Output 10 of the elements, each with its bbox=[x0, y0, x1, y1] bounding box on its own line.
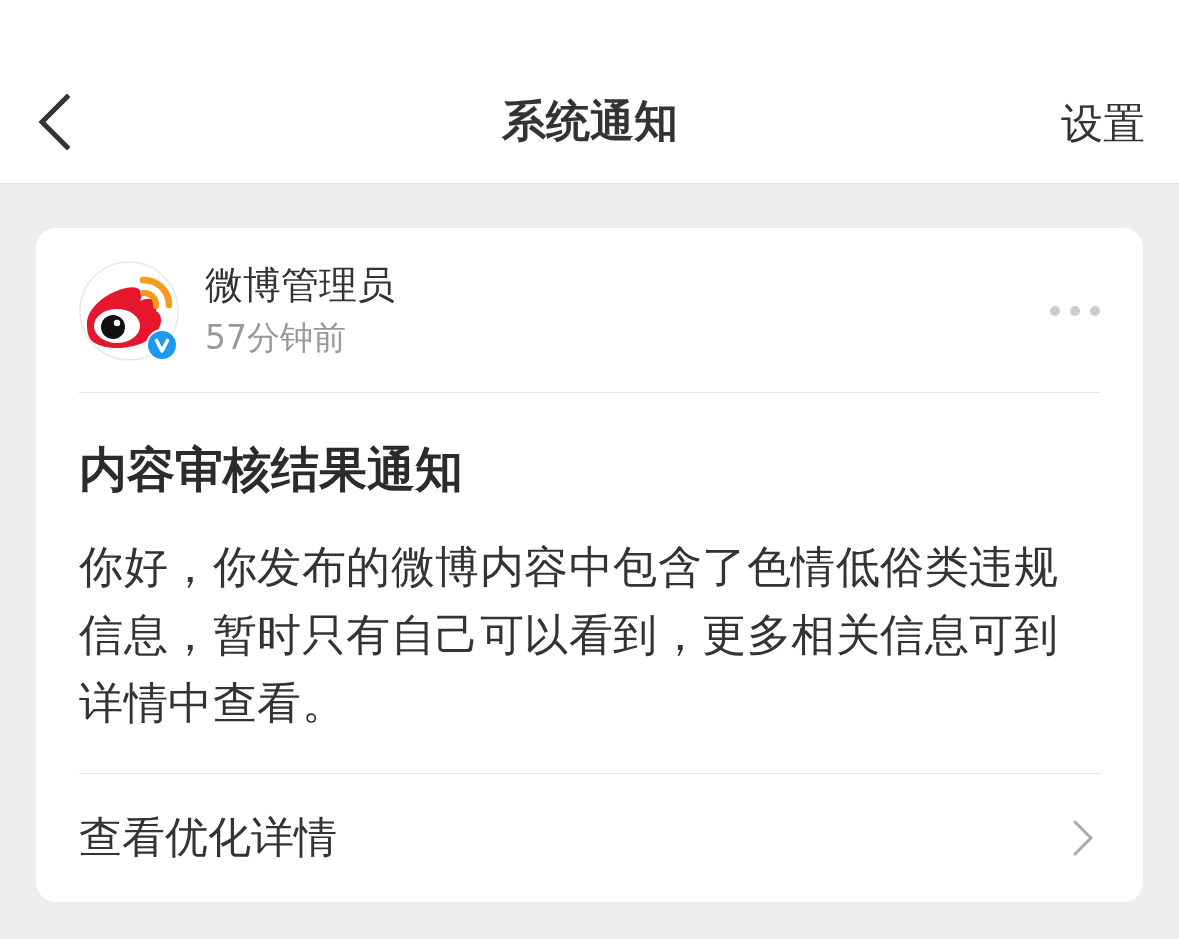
post-time: 57分钟前 bbox=[205, 317, 347, 359]
avatar-icon bbox=[79, 261, 179, 361]
view-details-link[interactable]: 查看优化详情 bbox=[79, 774, 1101, 902]
notice-body: 你好，你发布的微博内容中包含了色情低俗类违规信息，暂时只有自己可以看到，更多相关信息可到详情中查看。 bbox=[79, 540, 1059, 730]
page-title: 系统通知 bbox=[501, 95, 678, 148]
chevron-right-icon bbox=[1073, 820, 1093, 856]
back-icon[interactable] bbox=[38, 93, 70, 150]
settings-button[interactable]: 设置 bbox=[1061, 99, 1145, 150]
sender-name: 微博管理员 bbox=[205, 262, 395, 309]
notice-title: 内容审核结果通知 bbox=[79, 440, 464, 499]
